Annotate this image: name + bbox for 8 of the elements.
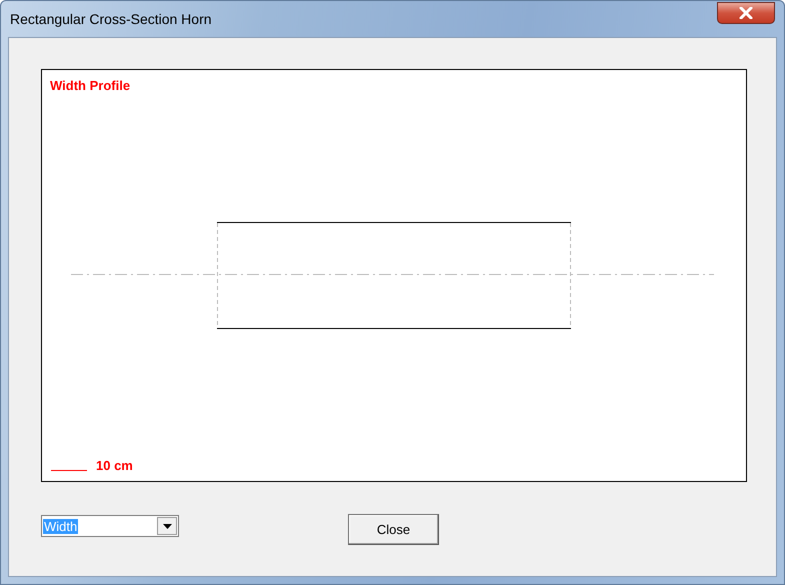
close-button[interactable]: Close bbox=[348, 514, 439, 545]
scale-label: 10 cm bbox=[96, 458, 133, 473]
close-icon bbox=[739, 7, 753, 19]
close-window-button[interactable] bbox=[717, 2, 775, 24]
plot-title: Width Profile bbox=[50, 78, 130, 93]
dropdown-arrow-icon bbox=[162, 524, 172, 528]
window-title: Rectangular Cross-Section Horn bbox=[9, 10, 212, 26]
scale-bar bbox=[51, 470, 87, 471]
